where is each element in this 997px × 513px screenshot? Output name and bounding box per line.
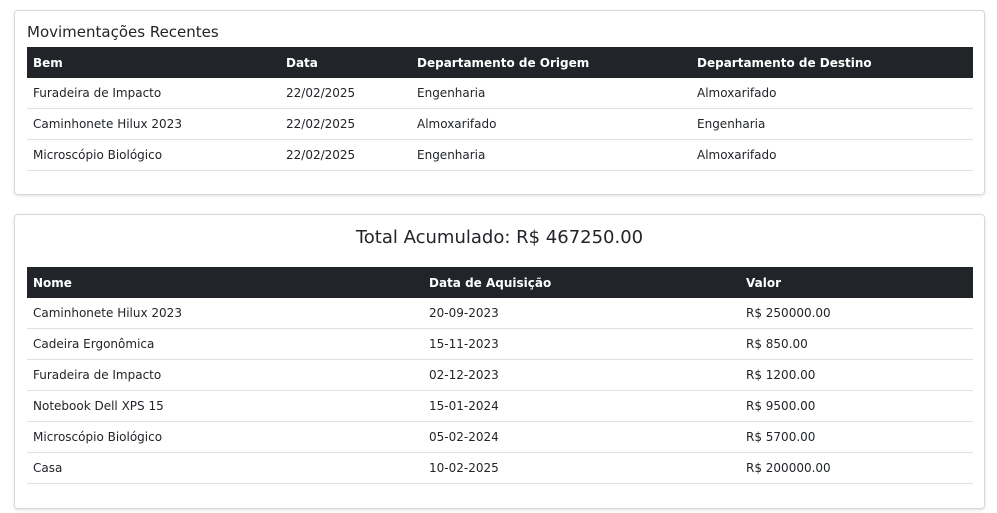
total-accumulated-heading: Total Acumulado: R$ 467250.00	[355, 227, 644, 248]
table-row: Microscópio Biológico 05-02-2024 R$ 5700…	[27, 421, 973, 453]
assets-card: Total Acumulado: R$ 467250.00 Nome Data …	[14, 214, 985, 509]
cell-data: 22/02/2025	[280, 78, 411, 109]
cell-origem: Almoxarifado	[411, 108, 691, 140]
cell-bem: Furadeira de Impacto	[27, 78, 280, 109]
movements-header-row: Bem Data Departamento de Origem Departam…	[27, 47, 973, 78]
table-row: Casa 10-02-2025 R$ 200000.00	[27, 452, 973, 484]
column-header-origem: Departamento de Origem	[417, 55, 590, 70]
table-row: Furadeira de Impacto 02-12-2023 R$ 1200.…	[27, 359, 973, 391]
movements-table: Bem Data Departamento de Origem Departam…	[27, 47, 973, 171]
column-header-destino: Departamento de Destino	[697, 55, 872, 70]
cell-nome: Notebook Dell XPS 15	[27, 390, 423, 422]
cell-valor: R$ 250000.00	[740, 298, 973, 329]
cell-data-aquisicao: 02-12-2023	[423, 359, 740, 391]
recent-movements-title: Movimentações Recentes	[27, 23, 219, 41]
cell-nome: Casa	[27, 452, 423, 484]
column-header-data-aquisicao: Data de Aquisição	[429, 275, 552, 290]
cell-valor: R$ 850.00	[740, 328, 973, 360]
column-header-bem: Bem	[33, 55, 63, 70]
cell-nome: Furadeira de Impacto	[27, 359, 423, 391]
cell-nome: Caminhonete Hilux 2023	[27, 298, 423, 329]
cell-nome: Cadeira Ergonômica	[27, 328, 423, 360]
assets-header-row: Nome Data de Aquisição Valor	[27, 267, 973, 298]
table-row: Cadeira Ergonômica 15-11-2023 R$ 850.00	[27, 328, 973, 360]
assets-table: Nome Data de Aquisição Valor Caminhonete…	[27, 267, 973, 484]
cell-bem: Caminhonete Hilux 2023	[27, 108, 280, 140]
cell-origem: Engenharia	[411, 78, 691, 109]
table-row: Caminhonete Hilux 2023 20-09-2023 R$ 250…	[27, 298, 973, 329]
table-row: Notebook Dell XPS 15 15-01-2024 R$ 9500.…	[27, 390, 973, 422]
cell-nome: Microscópio Biológico	[27, 421, 423, 453]
cell-origem: Engenharia	[411, 139, 691, 171]
cell-data: 22/02/2025	[280, 139, 411, 171]
cell-data-aquisicao: 15-01-2024	[423, 390, 740, 422]
cell-data: 22/02/2025	[280, 108, 411, 140]
cell-data-aquisicao: 20-09-2023	[423, 298, 740, 329]
cell-valor: R$ 9500.00	[740, 390, 973, 422]
cell-destino: Almoxarifado	[691, 139, 973, 171]
column-header-nome: Nome	[33, 275, 72, 290]
table-row: Microscópio Biológico 22/02/2025 Engenha…	[27, 139, 973, 171]
column-header-data: Data	[286, 55, 318, 70]
cell-data-aquisicao: 15-11-2023	[423, 328, 740, 360]
cell-data-aquisicao: 10-02-2025	[423, 452, 740, 484]
cell-destino: Almoxarifado	[691, 78, 973, 109]
cell-valor: R$ 200000.00	[740, 452, 973, 484]
cell-bem: Microscópio Biológico	[27, 139, 280, 171]
cell-valor: R$ 5700.00	[740, 421, 973, 453]
column-header-valor: Valor	[746, 275, 782, 290]
cell-data-aquisicao: 05-02-2024	[423, 421, 740, 453]
cell-destino: Engenharia	[691, 108, 973, 140]
recent-movements-card: Movimentações Recentes Bem Data Departam…	[14, 10, 985, 195]
cell-valor: R$ 1200.00	[740, 359, 973, 391]
table-row: Furadeira de Impacto 22/02/2025 Engenhar…	[27, 78, 973, 109]
table-row: Caminhonete Hilux 2023 22/02/2025 Almoxa…	[27, 108, 973, 140]
